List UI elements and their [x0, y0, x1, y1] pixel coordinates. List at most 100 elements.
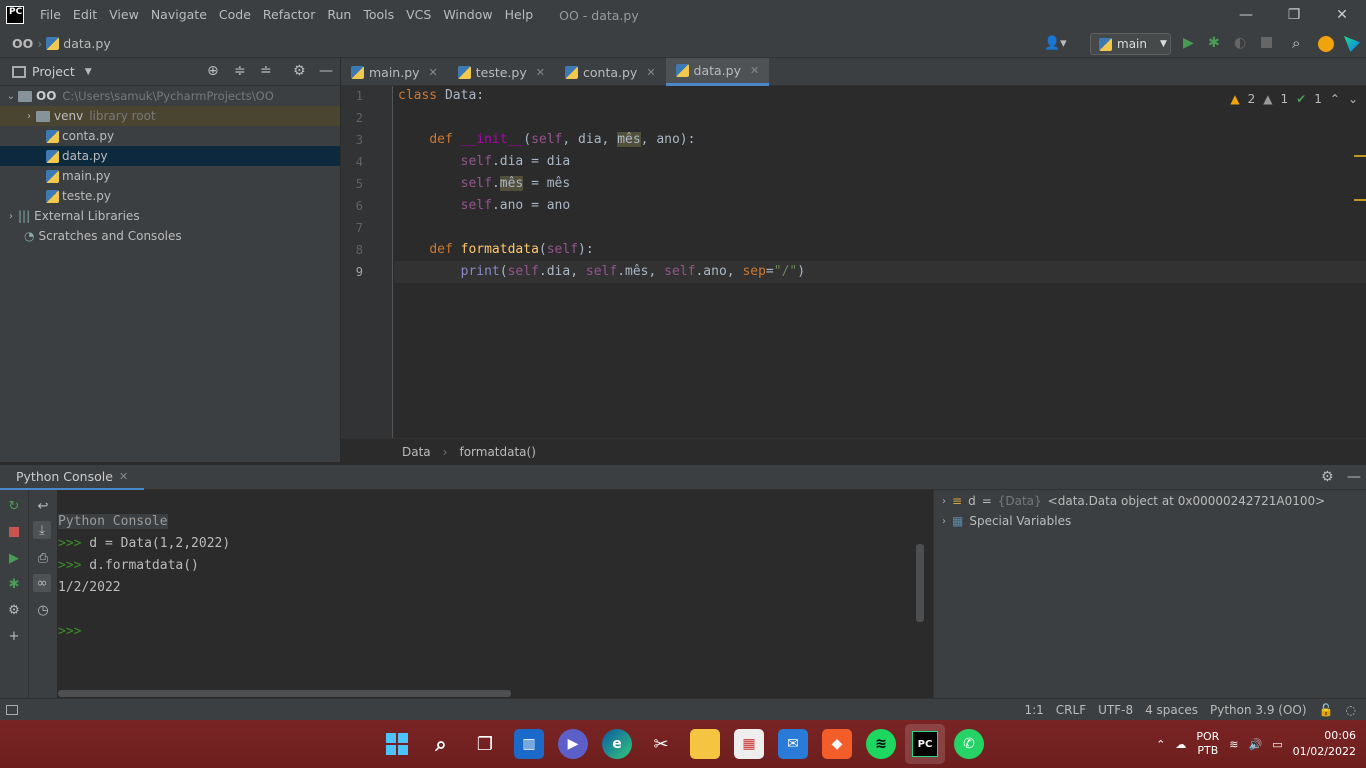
battery-icon[interactable]: ▭: [1272, 738, 1282, 751]
spotify-icon[interactable]: ≋: [866, 729, 896, 759]
teams-chat-icon[interactable]: ▶: [558, 729, 588, 759]
menu-run[interactable]: Run: [321, 0, 357, 30]
close-icon[interactable]: ✕: [119, 470, 128, 483]
menu-edit[interactable]: Edit: [67, 0, 103, 30]
tree-scratches[interactable]: ◔ Scratches and Consoles: [0, 226, 340, 246]
chevron-up-icon[interactable]: ⌃: [1330, 92, 1340, 106]
tab-teste[interactable]: teste.py ✕: [448, 58, 555, 86]
clock[interactable]: 00:06 01/02/2022: [1293, 728, 1356, 760]
microsoft-store-icon[interactable]: ▦: [734, 729, 764, 759]
run-config-select[interactable]: main ▼: [1090, 33, 1171, 55]
restore-button[interactable]: ❐: [1270, 0, 1318, 30]
console-vertical-scrollbar[interactable]: [916, 544, 924, 622]
hide-icon[interactable]: —: [1347, 469, 1361, 485]
warning-marker[interactable]: [1354, 155, 1366, 157]
chevron-right-icon[interactable]: ›: [942, 516, 946, 527]
toggle-panels-icon[interactable]: [6, 704, 18, 715]
add-icon[interactable]: +: [5, 627, 23, 645]
project-panel-title[interactable]: Project: [32, 64, 75, 79]
menu-code[interactable]: Code: [213, 0, 257, 30]
tree-item-data[interactable]: data.py: [0, 146, 340, 166]
scroll-to-end-icon[interactable]: ⤓: [33, 521, 51, 539]
history-icon[interactable]: ◷: [34, 601, 52, 619]
locate-icon[interactable]: ⊕: [207, 63, 219, 79]
menu-file[interactable]: File: [34, 0, 67, 30]
tree-item-main[interactable]: main.py: [0, 166, 340, 186]
close-icon[interactable]: ✕: [750, 64, 759, 77]
expand-all-icon[interactable]: ≑: [234, 63, 246, 79]
stop-icon[interactable]: [1261, 37, 1272, 48]
jetbrains-icon[interactable]: [1344, 36, 1360, 52]
console-horizontal-scrollbar[interactable]: [58, 690, 511, 697]
tree-root[interactable]: ⌄ OO C:\Users\samuk\PycharmProjects\OO: [0, 86, 340, 106]
hide-icon[interactable]: —: [319, 63, 333, 79]
nav-file[interactable]: data.py: [63, 36, 110, 51]
warning-marker[interactable]: [1354, 199, 1366, 201]
execute-icon[interactable]: ▶: [5, 549, 23, 567]
chevron-up-icon[interactable]: ⌃: [1156, 738, 1165, 751]
caret-position[interactable]: 1:1: [1024, 703, 1043, 717]
notifications-icon[interactable]: ◌: [1346, 703, 1356, 717]
cloud-icon[interactable]: ☁: [1175, 738, 1186, 751]
chevron-down-icon[interactable]: ⌄: [1348, 92, 1358, 106]
variable-row[interactable]: › ▦ Special Variables: [942, 514, 1071, 528]
chevron-right-icon[interactable]: ›: [4, 211, 18, 222]
edge-icon[interactable]: e: [602, 729, 632, 759]
collapse-all-icon[interactable]: ≐: [260, 63, 272, 79]
variable-row[interactable]: › ≡ d = {Data} <data.Data object at 0x000…: [942, 494, 1325, 508]
breadcrumb-class[interactable]: Data: [402, 445, 431, 459]
input-language[interactable]: POR PTB: [1196, 730, 1219, 758]
tab-conta[interactable]: conta.py ✕: [555, 58, 666, 86]
menu-tools[interactable]: Tools: [357, 0, 400, 30]
debug-icon[interactable]: ✱: [1208, 35, 1220, 51]
nav-project[interactable]: OO: [12, 36, 33, 51]
soft-wrap-icon[interactable]: ↩: [34, 497, 52, 515]
volume-icon[interactable]: 🔊: [1248, 738, 1262, 751]
menu-vcs[interactable]: VCS: [400, 0, 437, 30]
python-interpreter[interactable]: Python 3.9 (OO): [1210, 703, 1307, 717]
settings-icon[interactable]: ⚙: [5, 601, 23, 619]
tab-python-console[interactable]: Python Console ✕: [0, 465, 145, 491]
file-explorer-icon[interactable]: [690, 729, 720, 759]
menu-view[interactable]: View: [103, 0, 145, 30]
chevron-down-icon[interactable]: ▼: [85, 67, 92, 77]
inspection-widget[interactable]: ▲ 2 ▲ 1 ✔ 1 ⌃ ⌄: [1230, 92, 1358, 106]
gear-icon[interactable]: ⚙: [1321, 469, 1334, 485]
console-input[interactable]: >>>: [58, 624, 81, 639]
coverage-icon[interactable]: ◐: [1234, 35, 1246, 51]
pycharm-taskbar-icon[interactable]: PC: [905, 724, 945, 764]
snipping-tool-icon[interactable]: ✂: [646, 729, 676, 759]
run-icon[interactable]: ▶: [1183, 35, 1194, 51]
breadcrumb-method[interactable]: formatdata(): [459, 445, 535, 459]
menu-refactor[interactable]: Refactor: [257, 0, 321, 30]
mail-icon[interactable]: ✉: [778, 729, 808, 759]
tab-data[interactable]: data.py ✕: [665, 58, 770, 86]
code-editor[interactable]: class Data: def __init__(self, dia, mês,…: [394, 86, 1366, 438]
close-icon[interactable]: ✕: [536, 66, 545, 79]
show-variables-icon[interactable]: ∞: [33, 574, 51, 592]
stop-icon[interactable]: [9, 527, 19, 537]
line-separator[interactable]: CRLF: [1056, 703, 1086, 717]
console-output[interactable]: Python Console >>> d = Data(1,2,2022) >>…: [57, 490, 925, 698]
gear-icon[interactable]: ⚙: [293, 63, 306, 79]
windows-start-icon[interactable]: [382, 729, 412, 759]
tab-main[interactable]: main.py ✕: [341, 58, 448, 86]
brave-icon[interactable]: ◆: [822, 729, 852, 759]
update-icon[interactable]: [1318, 36, 1334, 52]
menu-navigate[interactable]: Navigate: [145, 0, 213, 30]
tree-item-conta[interactable]: conta.py: [0, 126, 340, 146]
menu-help[interactable]: Help: [499, 0, 540, 30]
tree-item-venv[interactable]: › venv library root: [0, 106, 340, 126]
rerun-icon[interactable]: ↻: [5, 497, 23, 515]
whatsapp-icon[interactable]: ✆: [954, 729, 984, 759]
debug-icon[interactable]: ✱: [5, 575, 23, 593]
chevron-right-icon[interactable]: ›: [942, 496, 946, 507]
file-encoding[interactable]: UTF-8: [1098, 703, 1133, 717]
chevron-right-icon[interactable]: ›: [22, 111, 36, 122]
widgets-icon[interactable]: ▥: [514, 729, 544, 759]
chevron-down-icon[interactable]: ⌄: [4, 91, 18, 102]
wifi-icon[interactable]: ≋: [1229, 738, 1238, 751]
menu-window[interactable]: Window: [437, 0, 498, 30]
minimize-button[interactable]: —: [1222, 0, 1270, 30]
search-icon[interactable]: ⌕: [426, 729, 456, 759]
